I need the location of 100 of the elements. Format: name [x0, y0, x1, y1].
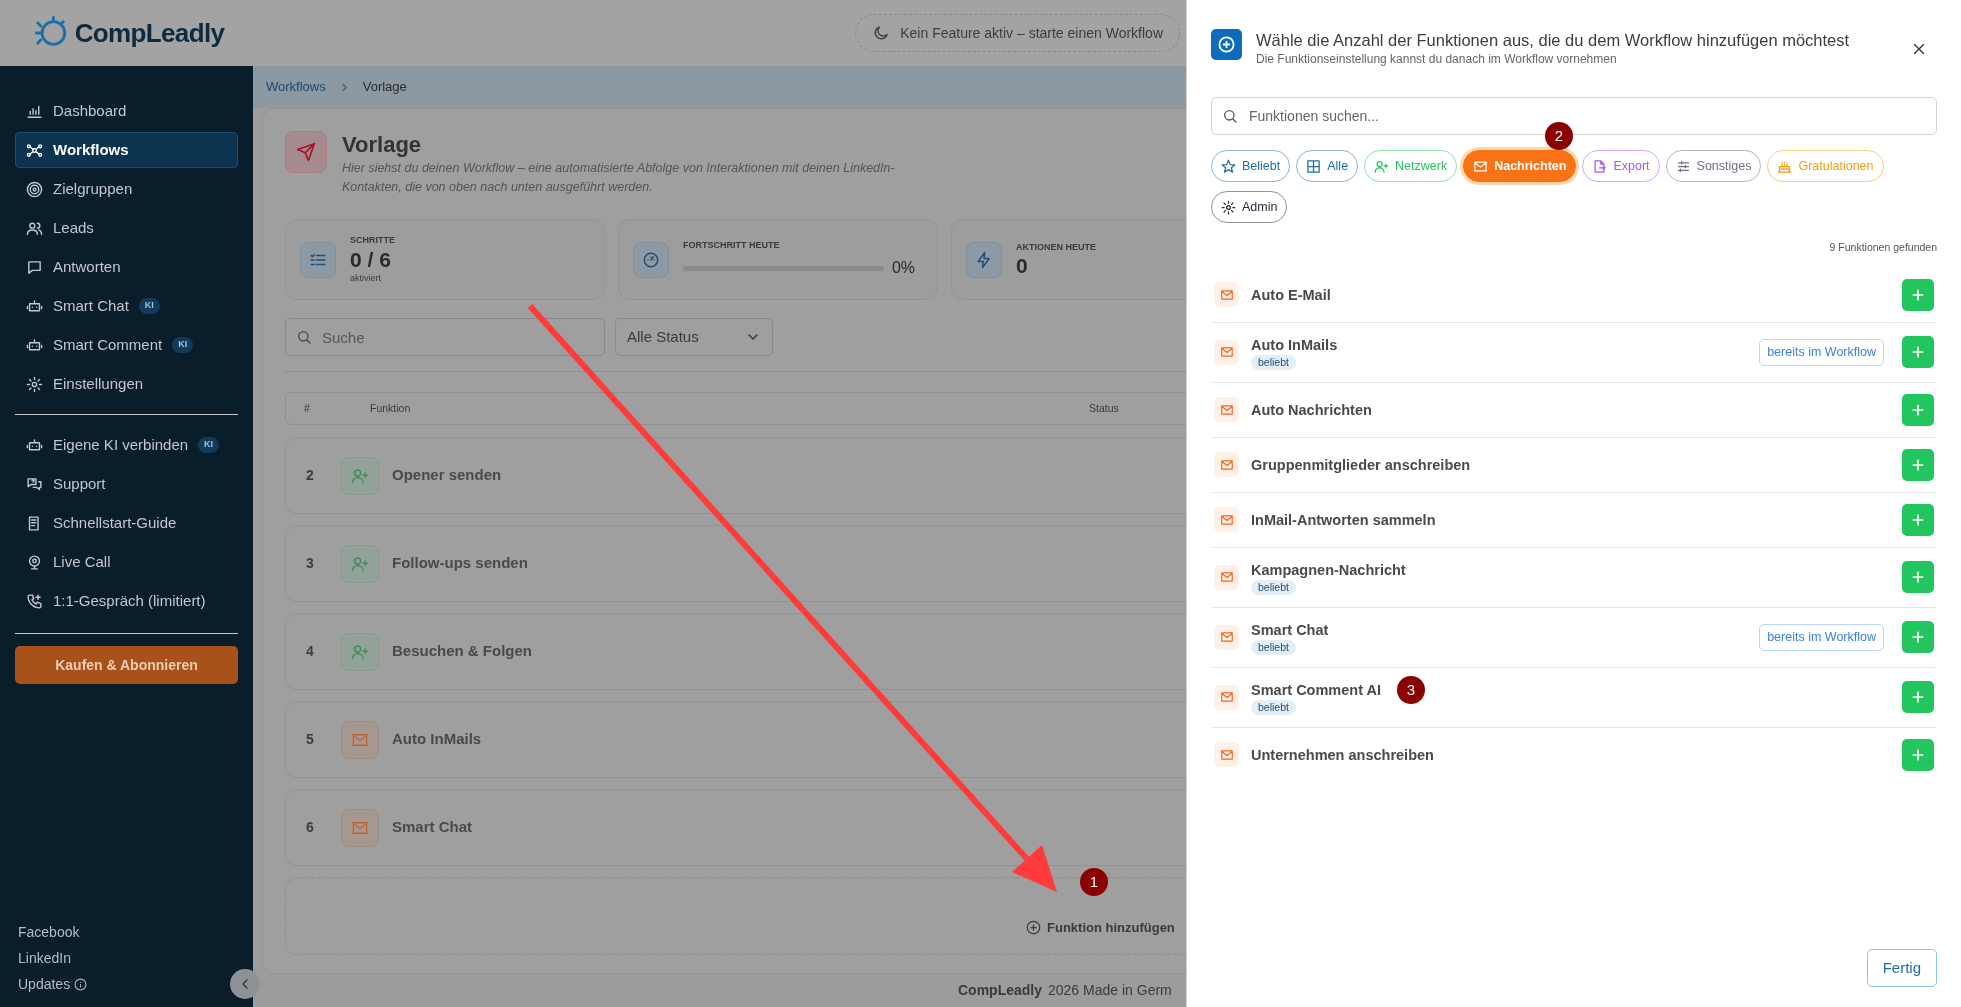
- add-button[interactable]: [1902, 448, 1934, 481]
- users-icon: [26, 219, 43, 237]
- popular-badge: beliebt: [1251, 639, 1296, 655]
- speech-bubble-icon: [26, 258, 43, 276]
- star-icon: [1221, 158, 1236, 174]
- logo-text: CompLeadly: [74, 16, 225, 50]
- nav-item[interactable]: Antworten: [15, 249, 238, 285]
- collapse-button[interactable]: [230, 969, 260, 999]
- search-icon: [296, 329, 312, 345]
- status-select[interactable]: Alle Status: [615, 318, 773, 356]
- nav-item[interactable]: Einstellungen: [15, 366, 238, 402]
- nav-item[interactable]: Dashboard: [15, 93, 238, 129]
- step-name: Follow-ups senden: [392, 553, 528, 574]
- step-number: 4: [305, 642, 315, 661]
- breadcrumb-link[interactable]: Vorlage: [362, 77, 407, 97]
- stat-label: FORTSCHRITT HEUTE: [683, 238, 781, 252]
- popular-badge: beliebt: [1251, 699, 1296, 715]
- function-row[interactable]: Kampagnen-Nachricht beliebt: [1211, 547, 1937, 608]
- function-name: InMail-Antworten sammeln: [1251, 510, 1436, 530]
- footer-link[interactable]: Updates: [18, 974, 88, 995]
- function-row[interactable]: Smart Chat beliebt bereits im Workflow: [1211, 607, 1937, 668]
- nav-item[interactable]: Live Call: [15, 544, 238, 580]
- function-row[interactable]: Auto InMails beliebt bereits im Workflow: [1211, 322, 1937, 383]
- mail-icon: [1219, 457, 1234, 472]
- step-number: 2: [305, 466, 315, 485]
- search-field[interactable]: Suche: [285, 318, 605, 356]
- webcam-icon: [26, 553, 43, 571]
- send-icon: [296, 142, 316, 162]
- step-name: Auto InMails: [392, 729, 482, 750]
- nav-item[interactable]: Schnellstart-Guide: [15, 505, 238, 541]
- stat-label: SCHRITTE: [350, 234, 396, 247]
- search-icon: [1222, 108, 1238, 124]
- help-chat-icon: [26, 475, 43, 493]
- step-name: Opener senden: [392, 465, 502, 486]
- column-header: Status: [1089, 400, 1119, 416]
- add-button[interactable]: [1902, 681, 1934, 714]
- function-row[interactable]: Gruppenmitglieder anschreiben: [1211, 437, 1937, 493]
- panel-title: Wähle die Anzahl der Funktionen aus, die du dem Workflow hinzufügen möchtest: [1256, 30, 1851, 51]
- stat-label: AKTIONEN HEUTE: [1016, 240, 1097, 254]
- nav-item[interactable]: Eigene KI verbinden KI: [15, 427, 238, 463]
- function-name: Gruppenmitglieder anschreiben: [1251, 455, 1471, 475]
- function-name: Auto InMails: [1251, 335, 1338, 355]
- add-button[interactable]: [1902, 503, 1934, 536]
- network-icon: [26, 141, 43, 159]
- progress-reading: 0%: [891, 258, 915, 279]
- add-button[interactable]: [1902, 336, 1934, 369]
- nav-item[interactable]: Leads: [15, 210, 238, 246]
- nav-item[interactable]: Zielgruppen: [15, 171, 238, 207]
- function-row[interactable]: InMail-Antworten sammeln: [1211, 492, 1937, 548]
- grid-icon: [1306, 158, 1322, 174]
- function-row[interactable]: Unternehmen anschreiben: [1211, 727, 1937, 782]
- result-count: 9 Funktionen gefunden: [1829, 240, 1937, 255]
- lightning-icon: [975, 250, 993, 269]
- done-button[interactable]: Fertig: [1866, 949, 1937, 987]
- popular-badge: beliebt: [1251, 579, 1296, 595]
- function-name: Smart Chat: [1251, 620, 1329, 640]
- buy-button[interactable]: Kaufen & Abonnieren: [15, 646, 238, 684]
- in-workflow-label: bereits im Workflow: [1759, 338, 1884, 366]
- function-name: Unternehmen anschreiben: [1251, 745, 1434, 765]
- mail-icon: [1219, 402, 1234, 417]
- ki-badge: KI: [172, 337, 194, 353]
- footer-link[interactable]: LinkedIn: [18, 948, 71, 969]
- mail-icon: [1473, 158, 1489, 174]
- add-button[interactable]: [1902, 278, 1934, 311]
- function-row[interactable]: Auto E-Mail: [1211, 267, 1937, 323]
- stat-value: 0: [1016, 254, 1029, 279]
- add-button[interactable]: [1902, 621, 1934, 654]
- function-row[interactable]: Auto Nachrichten: [1211, 382, 1937, 438]
- gauge-icon: [642, 250, 660, 269]
- person-plus-icon: [351, 466, 369, 485]
- person-plus-icon: [351, 554, 369, 573]
- target-icon: [26, 180, 43, 198]
- phone-icon: [26, 592, 43, 610]
- page-title: Vorlage: [342, 131, 423, 159]
- add-function-button[interactable]: Funktion hinzufügen: [1026, 917, 1175, 937]
- add-button[interactable]: [1902, 561, 1934, 594]
- footer-text: 2026 Made in Germ: [1048, 981, 1172, 1000]
- mail-icon: [1219, 690, 1234, 705]
- column-header: Funktion: [369, 400, 412, 416]
- add-button[interactable]: [1902, 738, 1934, 771]
- function-name: Auto E-Mail: [1251, 285, 1331, 305]
- step-name: Besuchen & Folgen: [392, 641, 533, 662]
- nav-item[interactable]: 1:1-Gespräch (limitiert): [15, 583, 238, 619]
- stat-value: 0 / 6: [350, 247, 392, 272]
- nav-item[interactable]: Workflows: [15, 132, 238, 168]
- step-number: 3: [305, 554, 315, 573]
- sliders-icon: [1675, 158, 1691, 174]
- add-button[interactable]: [1902, 393, 1934, 426]
- moon-icon: [872, 24, 891, 42]
- footer-link[interactable]: Facebook: [18, 922, 80, 943]
- nav-item[interactable]: Support: [15, 466, 238, 502]
- page-description: Hier siehst du deinen Workflow – eine automatisierte Abfolge von Interaktionen mit deinen LinkedIn-Kontakten, die von oben nach unten ausgeführt werden.: [342, 160, 896, 196]
- step-number: 5: [305, 730, 315, 749]
- stat-note: aktiviert: [350, 271, 382, 285]
- mail-icon: [1219, 512, 1234, 527]
- nav-item[interactable]: Smart Chat KI: [15, 288, 238, 324]
- mail-icon: [1219, 570, 1234, 585]
- mail-icon: [1219, 345, 1234, 360]
- nav-item[interactable]: Smart Comment KI: [15, 327, 238, 363]
- person-plus-icon: [1374, 158, 1390, 174]
